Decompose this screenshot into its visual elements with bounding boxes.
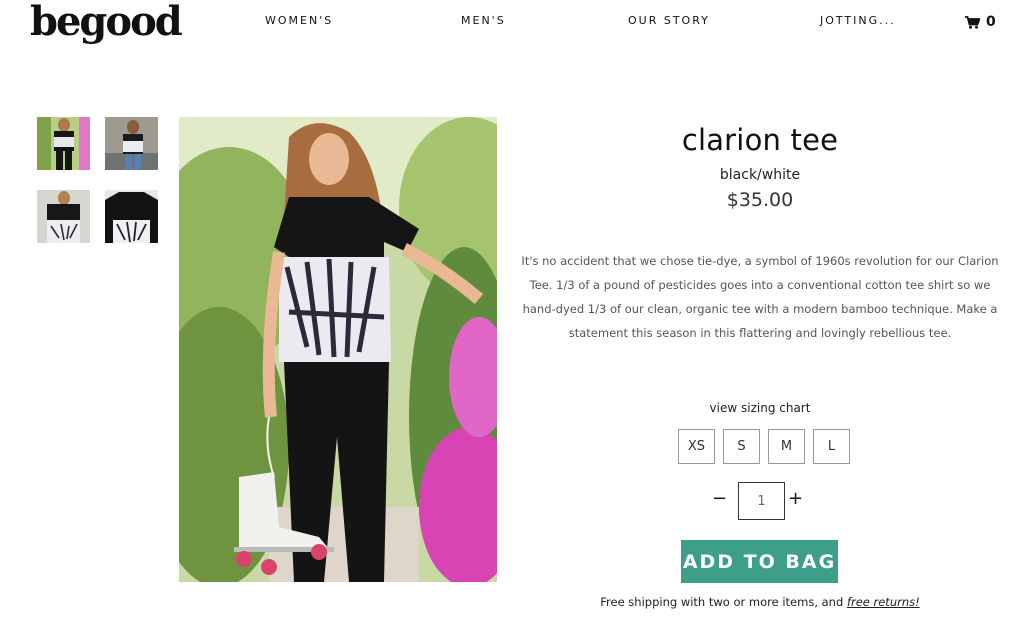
product-variant: black/white bbox=[719, 167, 801, 183]
quantity-increment-button[interactable]: + bbox=[788, 488, 803, 509]
product-description: It's no accident that we chose tie-dye, … bbox=[521, 254, 999, 340]
thumbnail-3[interactable] bbox=[37, 190, 90, 243]
thumbnail-image bbox=[105, 117, 158, 170]
add-to-bag-button[interactable]: ADD TO BAG bbox=[681, 540, 838, 583]
size-selector: XS S M L bbox=[678, 429, 850, 464]
view-sizing-chart-link[interactable]: view sizing chart bbox=[510, 401, 1010, 415]
shipping-note: Free shipping with two or more items, an… bbox=[510, 595, 1010, 609]
product-price: $35.00 bbox=[726, 189, 794, 211]
cart-count: 0 bbox=[986, 14, 996, 30]
product-photo bbox=[179, 117, 497, 582]
product-info: clarion tee black/white $35.00 It's no a… bbox=[510, 120, 1010, 345]
nav-our-story[interactable]: OUR STORY bbox=[628, 14, 710, 27]
shipping-text: Free shipping with two or more items, an… bbox=[600, 595, 847, 609]
free-returns-link[interactable]: free returns! bbox=[847, 595, 920, 609]
brand-logo[interactable]: begood bbox=[30, 2, 183, 42]
size-m-button[interactable]: M bbox=[768, 429, 805, 464]
thumbnail-1[interactable] bbox=[37, 117, 90, 170]
cart-icon bbox=[965, 15, 980, 29]
main-product-image[interactable] bbox=[179, 117, 497, 582]
quantity-input[interactable] bbox=[738, 482, 785, 520]
size-s-button[interactable]: S bbox=[723, 429, 760, 464]
thumbnail-4[interactable] bbox=[105, 190, 158, 243]
size-l-button[interactable]: L bbox=[813, 429, 850, 464]
size-xs-button[interactable]: XS bbox=[678, 429, 715, 464]
cart-button[interactable]: 0 bbox=[965, 14, 996, 30]
nav-womens[interactable]: WOMEN'S bbox=[265, 14, 333, 27]
quantity-decrement-button[interactable]: − bbox=[712, 488, 727, 509]
thumbnail-image bbox=[37, 117, 90, 170]
product-title: clarion tee bbox=[681, 123, 839, 157]
nav-jotting[interactable]: JOTTING... bbox=[820, 14, 896, 27]
thumbnail-2[interactable] bbox=[105, 117, 158, 170]
nav-mens[interactable]: MEN'S bbox=[461, 14, 506, 27]
thumbnail-image bbox=[37, 190, 90, 243]
thumbnail-image bbox=[105, 190, 158, 243]
